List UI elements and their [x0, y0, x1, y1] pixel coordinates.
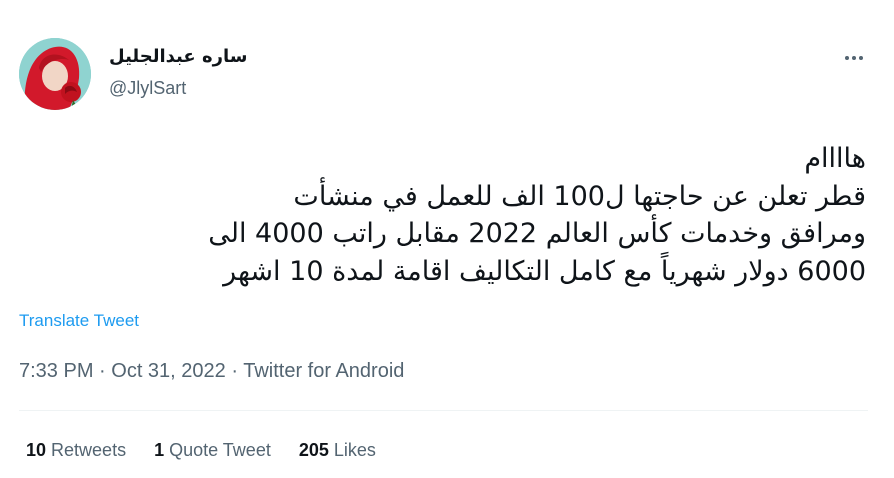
retweets-label: Retweets — [51, 440, 127, 460]
tweet-text-line: 6000 دولار شهرياً مع كامل التكاليف اقامة… — [223, 255, 866, 287]
avatar[interactable] — [19, 38, 91, 110]
tweet-time[interactable]: 7:33 PM — [19, 360, 93, 382]
quotes-label: Quote Tweet — [169, 440, 271, 460]
tweet-text-line: قطر تعلن عن حاجتها ل100 الف للعمل في منش… — [293, 180, 866, 212]
author-handle[interactable]: @JlylSart — [109, 78, 186, 99]
tweet-source[interactable]: Twitter for Android — [243, 360, 404, 382]
meta-separator: · — [231, 360, 244, 382]
translate-tweet-link[interactable]: Translate Tweet — [19, 311, 139, 331]
author-display-name[interactable]: ساره عبدالجليل — [109, 46, 247, 67]
meta-separator: · — [99, 360, 112, 382]
tweet-text-line: هاااام — [804, 143, 866, 174]
tweet-text: هاااام قطر تعلن عن حاجتها ل100 الف للعمل… — [16, 140, 866, 290]
tweet-metadata: 7:33 PM · Oct 31, 2022 · Twitter for And… — [19, 360, 404, 383]
retweets-count: 10 — [26, 440, 47, 460]
more-options-button[interactable] — [838, 46, 870, 70]
tweet-stats: 10 Retweets 1 Quote Tweet 205 Likes — [26, 440, 376, 461]
quote-tweets-stat[interactable]: 1 Quote Tweet — [154, 440, 271, 461]
likes-stat[interactable]: 205 Likes — [299, 440, 376, 461]
retweets-stat[interactable]: 10 Retweets — [26, 440, 126, 461]
likes-label: Likes — [333, 440, 376, 460]
divider — [19, 410, 868, 411]
more-horizontal-icon — [845, 56, 863, 60]
quotes-count: 1 — [154, 440, 165, 460]
tweet-card: ساره عبدالجليل @JlylSart هاااام قطر تعلن… — [0, 0, 894, 478]
tweet-text-line: ومرافق وخدمات كأس العالم 2022 مقابل راتب… — [208, 218, 866, 249]
likes-count: 205 — [298, 440, 329, 460]
tweet-date[interactable]: Oct 31, 2022 — [111, 360, 226, 382]
